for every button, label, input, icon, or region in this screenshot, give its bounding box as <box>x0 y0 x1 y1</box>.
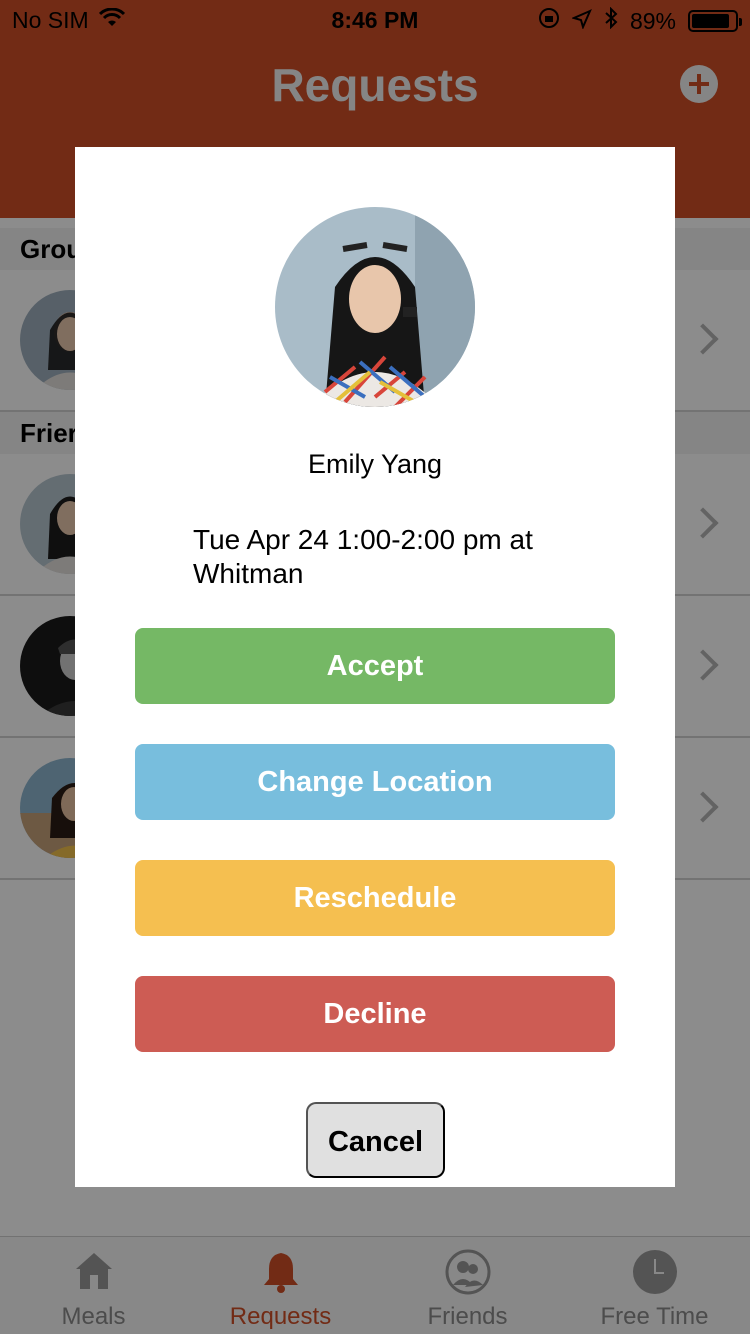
accept-button[interactable]: Accept <box>135 628 615 704</box>
change-location-button[interactable]: Change Location <box>135 744 615 820</box>
cancel-button[interactable]: Cancel <box>306 1102 445 1178</box>
profile-photo <box>275 207 475 407</box>
decline-button[interactable]: Decline <box>135 976 615 1052</box>
requester-name: Emily Yang <box>307 449 443 479</box>
request-details: Tue Apr 24 1:00-2:00 pm at Whitman <box>193 524 533 589</box>
reschedule-button[interactable]: Reschedule <box>135 860 615 936</box>
request-modal: Emily Yang Tue Apr 24 1:00-2:00 pm at Wh… <box>75 147 675 1187</box>
